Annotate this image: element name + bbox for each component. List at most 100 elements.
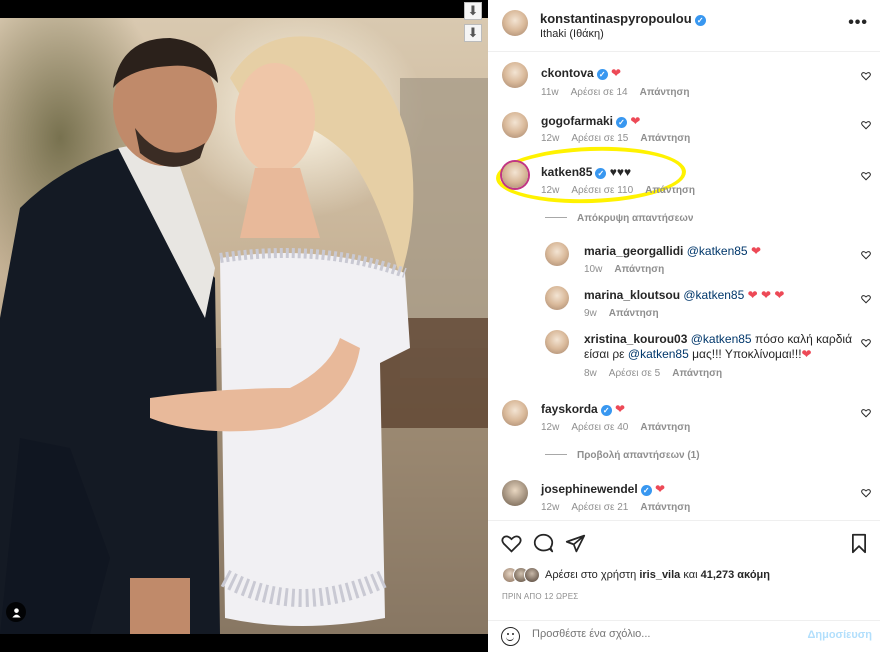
post-header: konstantinaspyropoulou ✓ Ithaki (Ιθάκη) •… <box>488 0 880 52</box>
post-comment-button[interactable]: Δημοσίευση <box>807 629 872 641</box>
share-send-icon[interactable] <box>565 533 586 554</box>
heart-emoji: ❤ <box>801 347 812 361</box>
comment-text-line: josephinewendel ✓ ❤ <box>541 482 665 496</box>
comment-likes[interactable]: Αρέσει σε 40 <box>571 422 628 433</box>
reply-username[interactable]: marina_kloutsou <box>584 288 680 302</box>
add-comment-bar: Δημοσίευση <box>488 620 880 652</box>
commenter-avatar[interactable] <box>502 480 528 506</box>
liked-by-user[interactable]: iris_vila <box>639 569 680 581</box>
reply-username[interactable]: maria_georgallidi <box>584 244 683 258</box>
reply-time[interactable]: 9w <box>584 308 597 319</box>
emoji-smiley-icon[interactable] <box>501 627 520 646</box>
divider <box>545 454 567 455</box>
view-replies-button[interactable]: Προβολή απαντήσεων (1) <box>545 450 700 461</box>
reply-text-line: xristina_kourou03 @katken85 πόσο καλή κα… <box>584 332 852 346</box>
comment-username[interactable]: gogofarmaki <box>541 114 613 128</box>
heart-emoji: ❤ <box>611 66 622 80</box>
comments-list[interactable]: ckontova ✓ ❤ 11w Αρέσει σε 14 Απάντηση gogo… <box>488 52 880 520</box>
mention-link[interactable]: @katken85 <box>687 244 748 258</box>
comment-time[interactable]: 11w <box>541 87 559 98</box>
divider <box>545 217 567 218</box>
comment-time[interactable]: 12w <box>541 422 559 433</box>
mention-link[interactable]: @katken85 <box>691 332 752 346</box>
post-timestamp[interactable]: ΠΡΙΝ ΑΠΟ 12 ΩΡΕΣ <box>502 592 578 601</box>
like-comment-heart-icon[interactable] <box>861 171 871 181</box>
author-username[interactable]: konstantinaspyropoulou <box>540 11 692 26</box>
post-location[interactable]: Ithaki (Ιθάκη) <box>540 28 604 40</box>
post-photo[interactable] <box>0 18 488 634</box>
comment-bubble-icon[interactable] <box>533 533 554 554</box>
like-comment-heart-icon[interactable] <box>861 71 871 81</box>
comment-username[interactable]: ckontova <box>541 66 594 80</box>
like-reply-heart-icon[interactable] <box>861 294 871 304</box>
author-avatar[interactable] <box>502 10 528 36</box>
reply-likes[interactable]: Αρέσει σε 5 <box>609 368 660 379</box>
reply-button[interactable]: Απάντηση <box>645 185 695 196</box>
liker-avatar <box>524 567 540 583</box>
replier-avatar[interactable] <box>545 286 569 310</box>
verified-badge-icon: ✓ <box>640 485 652 496</box>
like-comment-heart-icon[interactable] <box>861 408 871 418</box>
download-arrow-icon[interactable]: ⬇ <box>464 24 482 42</box>
hide-replies-button[interactable]: Απόκρυψη απαντήσεων <box>545 213 693 224</box>
comment-time[interactable]: 12w <box>541 502 559 513</box>
commenter-avatar[interactable] <box>502 162 528 188</box>
reply-username[interactable]: xristina_kourou03 <box>584 332 687 346</box>
save-bookmark-icon[interactable] <box>850 533 868 554</box>
download-arrow-icon[interactable]: ⬇ <box>464 2 482 20</box>
like-comment-heart-icon[interactable] <box>861 488 871 498</box>
heart-emoji: ❤ <box>750 244 762 258</box>
comment-username[interactable]: fayskorda <box>541 402 598 416</box>
reply-meta: 10w Απάντηση <box>584 264 676 275</box>
comment-meta: 12w Αρέσει σε 40 Απάντηση <box>541 422 702 433</box>
comment-time[interactable]: 12w <box>541 133 559 144</box>
comment-likes[interactable]: Αρέσει σε 15 <box>571 133 628 144</box>
liked-by-text: Αρέσει στο χρήστη iris_vila και 41,273 α… <box>545 569 770 581</box>
liked-by-row[interactable]: Αρέσει στο χρήστη iris_vila και 41,273 α… <box>502 567 770 583</box>
more-options-icon[interactable]: ••• <box>848 14 868 32</box>
reply-button[interactable]: Απάντηση <box>609 308 659 319</box>
reply-time[interactable]: 10w <box>584 264 602 275</box>
heart-emoji: ❤ <box>655 482 666 496</box>
like-comment-heart-icon[interactable] <box>861 120 871 130</box>
comment-body: ♥♥♥ <box>609 165 632 179</box>
comment-username[interactable]: katken85 <box>541 165 592 179</box>
commenter-avatar[interactable] <box>502 400 528 426</box>
comment-text-line: katken85 ✓ ♥♥♥ <box>541 165 631 179</box>
post-photo-pane: ⬇ ⬇ <box>0 0 488 652</box>
reply-button[interactable]: Απάντηση <box>614 264 664 275</box>
verified-badge-icon: ✓ <box>616 117 628 128</box>
comment-text-line: gogofarmaki ✓ ❤ <box>541 114 640 128</box>
comment-likes[interactable]: Αρέσει σε 14 <box>571 87 628 98</box>
like-heart-icon[interactable] <box>501 533 522 554</box>
verified-badge-icon: ✓ <box>595 168 607 179</box>
like-reply-heart-icon[interactable] <box>861 338 871 348</box>
reply-button[interactable]: Απάντηση <box>672 368 722 379</box>
like-reply-heart-icon[interactable] <box>861 250 871 260</box>
tagged-users-button[interactable] <box>6 602 26 622</box>
comment-likes[interactable]: Αρέσει σε 110 <box>571 185 633 196</box>
reply-button[interactable]: Απάντηση <box>640 133 690 144</box>
post-actions: Αρέσει στο χρήστη iris_vila και 41,273 α… <box>488 520 880 624</box>
replier-avatar[interactable] <box>545 242 569 266</box>
comment-username[interactable]: josephinewendel <box>541 482 638 496</box>
reply-time[interactable]: 8w <box>584 368 597 379</box>
verified-badge-icon: ✓ <box>694 15 706 26</box>
comment-text-line: fayskorda ✓ ❤ <box>541 402 625 416</box>
comment-likes[interactable]: Αρέσει σε 21 <box>571 502 628 513</box>
reply-body-prefix: είσαι ρε <box>584 347 625 361</box>
mention-link[interactable]: @katken85 <box>628 347 689 361</box>
reply-button[interactable]: Απάντηση <box>640 87 690 98</box>
user-icon <box>11 607 21 618</box>
comment-input[interactable] <box>532 628 792 640</box>
reply-button[interactable]: Απάντηση <box>640 502 690 513</box>
mention-link[interactable]: @katken85 <box>683 288 744 302</box>
comment-text-line: ckontova ✓ ❤ <box>541 66 621 80</box>
comment-time[interactable]: 12w <box>541 185 559 196</box>
replier-avatar[interactable] <box>545 330 569 354</box>
reply-button[interactable]: Απάντηση <box>640 422 690 433</box>
author-name[interactable]: konstantinaspyropoulou ✓ <box>540 11 706 26</box>
commenter-avatar[interactable] <box>502 112 528 138</box>
commenter-avatar[interactable] <box>502 62 528 88</box>
likes-count[interactable]: 41,273 ακόμη <box>701 569 770 581</box>
